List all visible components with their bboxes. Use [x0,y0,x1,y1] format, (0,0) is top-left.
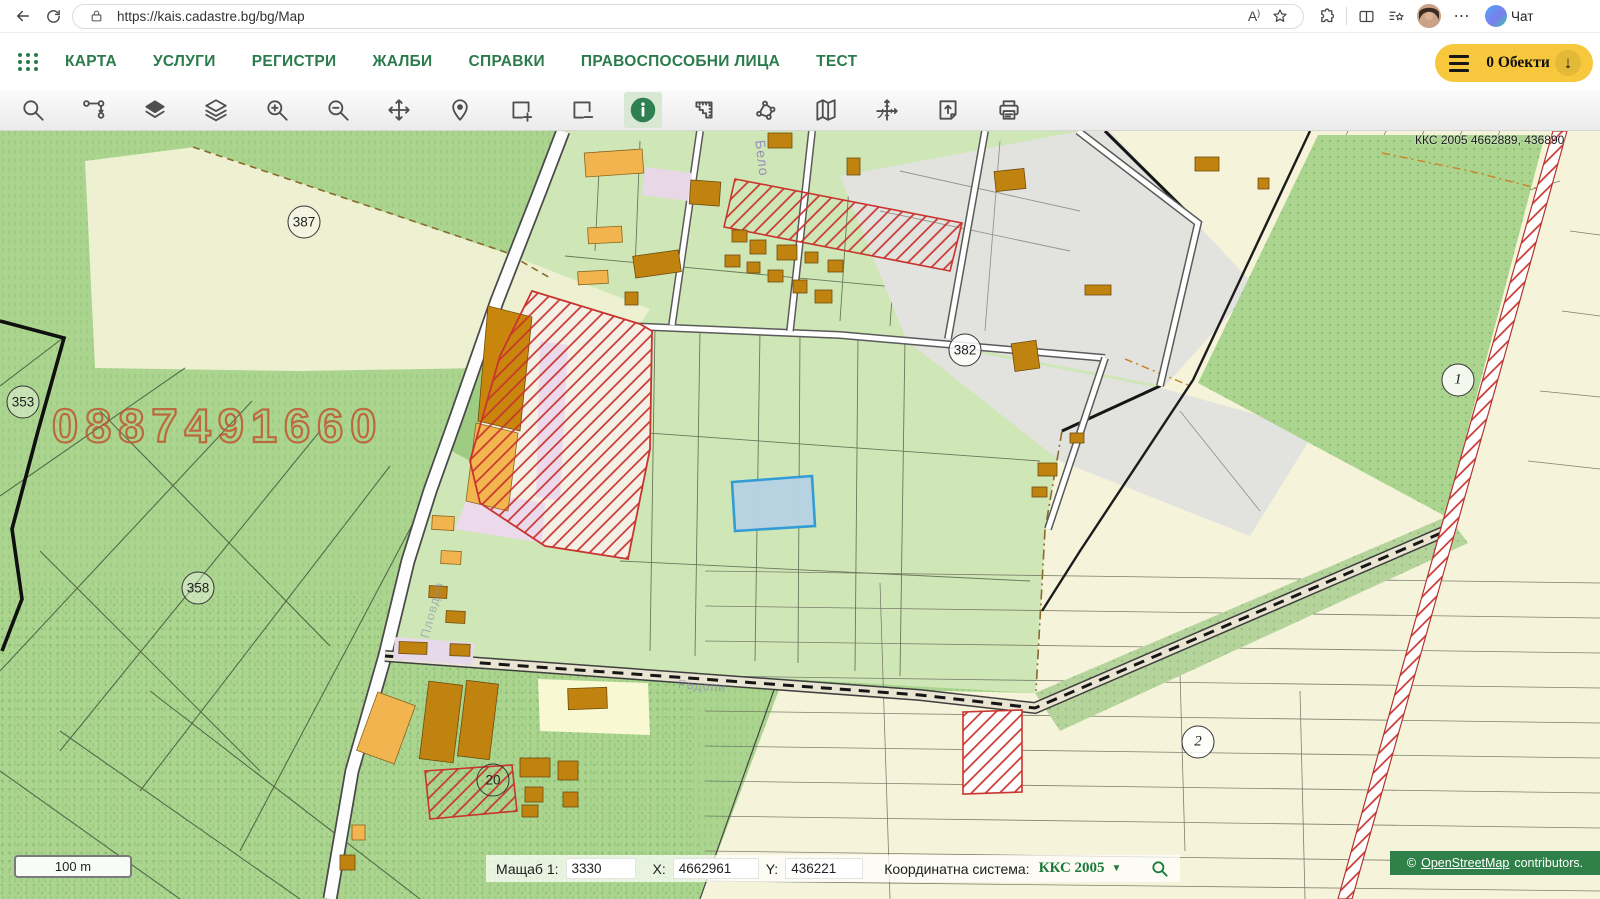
snap-route-icon[interactable] [75,92,113,128]
status-bar: Мащаб 1: X: Y: Координатна система: ККС … [486,855,1180,882]
scale-input[interactable] [566,858,636,879]
map-toolbar [0,90,1600,131]
favorite-star-icon[interactable] [1267,8,1293,24]
url-text[interactable]: https://kais.cadastre.bg/bg/Map [117,9,1241,24]
zoom-rect-in-icon[interactable] [502,92,540,128]
nav-registri[interactable]: РЕГИСТРИ [252,53,337,71]
map-attribution: © OpenStreetMap contributors. [1390,851,1600,875]
nav-test[interactable]: ТЕСТ [816,53,857,71]
app-header: КАРТА УСЛУГИ РЕГИСТРИ ЖАЛБИ СПРАВКИ ПРАВ… [0,33,1600,90]
divider [1346,7,1347,25]
browser-actions: ⋯ Чат [1312,3,1535,29]
collections-icon[interactable] [1381,3,1411,29]
nav-karta[interactable]: КАРТА [65,53,117,71]
copilot-icon[interactable] [1485,5,1507,27]
parcel-number-382: 382 [949,334,982,367]
osm-link[interactable]: OpenStreetMap [1421,856,1509,870]
status-search-icon[interactable] [1150,859,1170,879]
nav-uslugi[interactable]: УСЛУГИ [153,53,216,71]
zoom-in-icon[interactable] [258,92,296,128]
y-input[interactable] [785,858,863,879]
scale-bar: 100 m [14,855,132,878]
split-screen-icon[interactable] [1351,3,1381,29]
phone-watermark: 0887491660 [52,398,383,453]
zoom-rect-out-icon[interactable] [563,92,601,128]
profile-avatar[interactable] [1417,4,1441,28]
measure-area-icon[interactable] [746,92,784,128]
zoom-out-icon[interactable] [319,92,357,128]
nav-pravosposobni-litsa[interactable]: ПРАВОСПОСОБНИ ЛИЦА [581,53,780,71]
map-canvas[interactable] [0,131,1600,899]
settings-more-icon[interactable]: ⋯ [1447,3,1477,29]
export-icon[interactable] [929,92,967,128]
overview-map-icon[interactable] [807,92,845,128]
parcel-number-20: 20 [477,764,510,797]
cadastre-map[interactable]: 387 353 358 382 20 1 2 Бело Родопи Пловд… [0,131,1600,899]
nav-spravki[interactable]: СПРАВКИ [469,53,545,71]
read-aloud-icon[interactable]: A) [1241,8,1267,24]
objects-button[interactable]: 0 Обекти ↓ [1435,44,1593,82]
extensions-icon[interactable] [1312,3,1342,29]
base-layers-icon[interactable] [136,92,174,128]
layers-icon[interactable] [197,92,235,128]
parcel-number-1: 1 [1442,364,1475,397]
apps-grid-icon[interactable] [18,53,39,71]
parcel-number-353: 353 [7,386,40,419]
measure-length-icon[interactable] [685,92,723,128]
crs-caret-icon[interactable]: ▼ [1112,863,1122,874]
download-arrow-icon[interactable]: ↓ [1555,50,1581,76]
parcel-number-2: 2 [1182,726,1215,759]
parcel-number-358: 358 [182,572,215,605]
refresh-icon[interactable] [38,3,68,29]
url-bar[interactable]: https://kais.cadastre.bg/bg/Map A) [72,4,1304,29]
back-icon[interactable] [8,3,38,29]
info-tool-icon[interactable] [624,92,662,128]
copyright-symbol: © [1407,856,1416,870]
crs-dropdown[interactable]: ККС 2005 [1039,860,1105,877]
nav-zhalbi[interactable]: ЖАЛБИ [372,53,432,71]
print-icon[interactable] [990,92,1028,128]
objects-button-label: 0 Обекти [1481,54,1555,72]
crs-label: Координатна система: [884,861,1029,877]
x-input[interactable] [673,858,759,879]
pan-icon[interactable] [380,92,418,128]
browser-chrome: https://kais.cadastre.bg/bg/Map A) ⋯ Чат [0,0,1600,33]
y-label: Y: [766,861,778,877]
parcel-number-387: 387 [288,206,321,239]
x-label: X: [653,861,666,877]
attribution-suffix: contributors. [1514,856,1583,870]
lock-icon [83,9,109,23]
menu-icon [1449,55,1469,72]
search-tool-icon[interactable] [14,92,52,128]
graticule-icon[interactable] [868,92,906,128]
map-corner-coordinates: ККС 2005 4662889, 436890 [1415,133,1564,147]
copilot-label[interactable]: Чат [1511,9,1533,24]
location-pin-icon[interactable] [441,92,479,128]
scale-label: Мащаб 1: [496,861,559,877]
